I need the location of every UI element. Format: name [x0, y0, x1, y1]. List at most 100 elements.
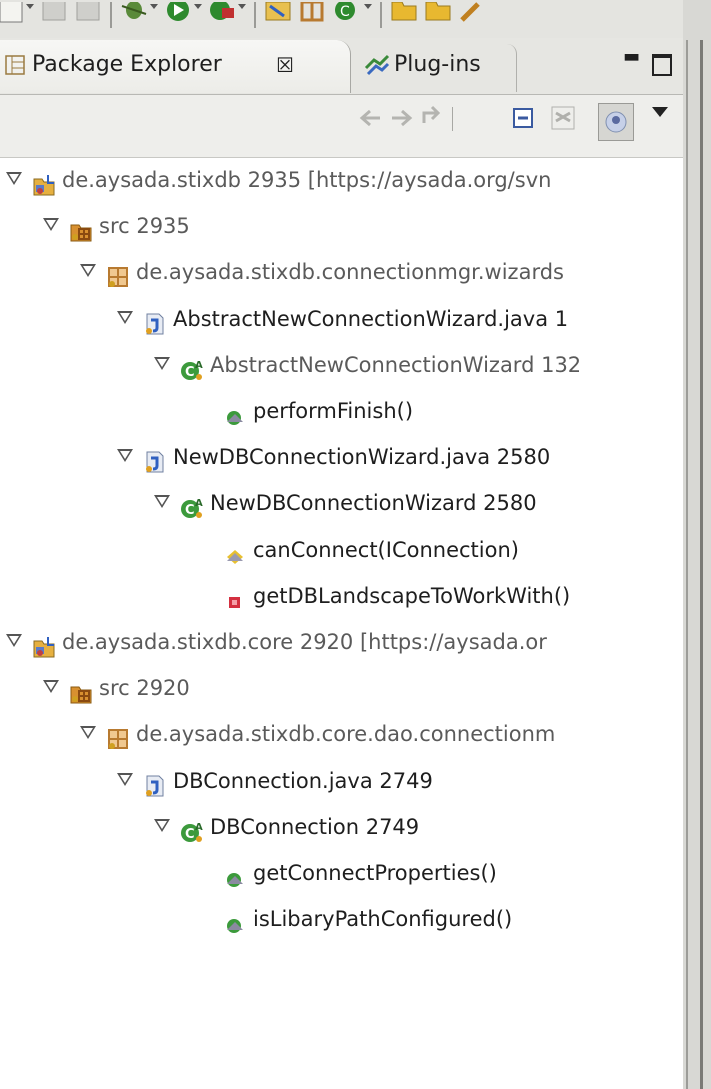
- tree-item-java-file[interactable]: NewDBConnectionWizard.java 2580: [117, 435, 683, 479]
- debug-dropdown-icon[interactable]: [150, 4, 158, 9]
- tree-item-class[interactable]: C A NewDBConnectionWizard 2580: [154, 481, 683, 525]
- class-icon: CA: [180, 815, 204, 842]
- close-tab-icon[interactable]: ☒: [276, 50, 294, 80]
- java-file-icon: [143, 445, 167, 473]
- expand-toggle-icon[interactable]: [117, 772, 133, 786]
- abstract-class-icon: CA: [180, 353, 204, 380]
- package-explorer-icon: [5, 55, 25, 75]
- search-icon[interactable]: [458, 2, 488, 28]
- toolbar-separator: [380, 2, 382, 28]
- new-class-icon[interactable]: C: [332, 2, 362, 28]
- focus-active-task-button[interactable]: [598, 103, 634, 141]
- expand-toggle-icon[interactable]: [154, 818, 170, 832]
- tree-item-method-public[interactable]: isLibaryPathConfigured(): [191, 897, 683, 941]
- tree-item-method-private[interactable]: getDBLandscapeToWorkWith(): [191, 574, 683, 618]
- new-dropdown-icon[interactable]: [26, 4, 34, 9]
- toolbar-separator: [254, 2, 256, 28]
- tree-item-package[interactable]: de.aysada.stixdb.core.dao.connectionm: [80, 712, 683, 756]
- tree-item-label: de.aysada.stixdb 2935 [https://aysada.or…: [62, 168, 552, 192]
- java-project-icon: [32, 168, 56, 196]
- tree-item-label: NewDBConnectionWizard 2580: [210, 491, 537, 516]
- tree-item-method-public[interactable]: performFinish(): [191, 389, 683, 433]
- expand-toggle-icon[interactable]: [80, 264, 96, 278]
- tree-item-source-folder[interactable]: src 2935: [43, 204, 683, 248]
- source-folder-icon: [69, 214, 93, 242]
- expand-toggle-icon[interactable]: [80, 726, 96, 740]
- tree-item-method-public[interactable]: getConnectProperties(): [191, 851, 683, 895]
- run-dropdown-icon[interactable]: [194, 4, 202, 9]
- tree-item-label: src 2920: [99, 676, 190, 701]
- save-icon[interactable]: [40, 2, 70, 28]
- back-icon[interactable]: [356, 103, 386, 133]
- link-with-editor-icon[interactable]: [548, 103, 578, 133]
- new-class-dropdown-icon[interactable]: [364, 4, 372, 9]
- tree-item-method-protected[interactable]: canConnect(IConnection): [191, 528, 683, 572]
- expand-toggle-icon[interactable]: [117, 310, 133, 324]
- tree-item-label: performFinish(): [253, 399, 414, 423]
- tree-item-project[interactable]: de.aysada.stixdb 2935 [https://aysada.or…: [6, 158, 683, 202]
- public-method-icon: [223, 861, 247, 887]
- save-all-icon[interactable]: [74, 2, 104, 28]
- tree-item-abstract-class[interactable]: C A AbstractNewConnectionWizard 132: [154, 343, 683, 387]
- class-icon: CA: [180, 491, 204, 519]
- view-toolbar: [0, 95, 688, 158]
- debug-icon[interactable]: [120, 2, 150, 28]
- sash-line[interactable]: [686, 40, 688, 1089]
- tree-item-label: canConnect(IConnection): [253, 537, 519, 562]
- package-icon: [106, 260, 130, 288]
- open-type-icon[interactable]: [390, 2, 420, 28]
- tree-item-label: isLibaryPathConfigured(): [253, 907, 513, 932]
- svg-text:C: C: [340, 4, 350, 20]
- tree-item-label: de.aysada.stixdb.connectionmgr.wizards: [136, 260, 564, 285]
- maximize-icon[interactable]: [652, 54, 672, 76]
- tree-item-source-folder[interactable]: src 2920: [43, 666, 683, 710]
- svg-text:C: C: [185, 503, 195, 518]
- java-project-icon: [32, 630, 56, 658]
- expand-toggle-icon[interactable]: [43, 680, 59, 694]
- main-toolbar: C: [0, 0, 711, 38]
- public-method-icon: [223, 907, 247, 934]
- tab-plugins[interactable]: Plug-ins: [350, 44, 517, 92]
- expand-toggle-icon[interactable]: [154, 356, 170, 370]
- protected-method-icon: [223, 538, 247, 564]
- private-method-icon: [223, 584, 247, 608]
- new-icon[interactable]: [0, 2, 28, 28]
- vertical-scrollbar-edge[interactable]: [700, 40, 703, 1089]
- source-folder-icon: [69, 676, 93, 704]
- expand-toggle-icon[interactable]: [6, 172, 22, 185]
- view-toolbar-separator: [452, 107, 453, 131]
- tree-item-java-file[interactable]: DBConnection.java 2749: [117, 759, 683, 803]
- expand-toggle-icon[interactable]: [6, 634, 22, 647]
- new-package-icon[interactable]: [298, 2, 328, 28]
- tree-item-label: getConnectProperties(): [253, 861, 497, 885]
- tree-item-class[interactable]: C A DBConnection 2749: [154, 805, 683, 849]
- view-menu-icon[interactable]: [652, 107, 668, 117]
- package-icon: [106, 722, 130, 750]
- expand-toggle-icon[interactable]: [117, 449, 133, 463]
- collapse-all-icon[interactable]: [508, 103, 538, 133]
- forward-icon[interactable]: [386, 103, 416, 133]
- up-icon[interactable]: [418, 103, 448, 133]
- svg-text:C: C: [185, 827, 195, 842]
- external-tools-dropdown-icon[interactable]: [238, 4, 246, 9]
- expand-toggle-icon[interactable]: [43, 218, 59, 232]
- tree-item-label: NewDBConnectionWizard.java 2580: [173, 445, 551, 470]
- public-method-icon: [223, 399, 247, 425]
- minimize-icon[interactable]: ▬: [623, 46, 640, 67]
- tree-item-label: de.aysada.stixdb.core 2920 [https://aysa…: [62, 630, 547, 654]
- open-task-icon[interactable]: [424, 2, 454, 28]
- tree-item-java-file[interactable]: AbstractNewConnectionWizard.java 1: [117, 297, 683, 341]
- expand-toggle-icon[interactable]: [154, 495, 170, 509]
- tab-package-explorer-label: Package Explorer: [32, 52, 222, 77]
- new-java-project-icon[interactable]: [264, 2, 294, 28]
- toolbar-separator: [110, 2, 112, 28]
- view-tab-bar: Package Explorer ☒ Plug-ins ▬: [0, 38, 688, 95]
- tree-item-project[interactable]: de.aysada.stixdb.core 2920 [https://aysa…: [6, 620, 683, 664]
- svg-text:A: A: [195, 822, 203, 833]
- external-tools-icon[interactable]: [208, 2, 238, 28]
- plugins-icon: [364, 54, 390, 76]
- tree-item-package[interactable]: de.aysada.stixdb.connectionmgr.wizards: [80, 250, 683, 294]
- run-icon[interactable]: [164, 2, 194, 28]
- svg-text:A: A: [195, 360, 203, 371]
- tab-package-explorer[interactable]: Package Explorer ☒: [0, 40, 351, 93]
